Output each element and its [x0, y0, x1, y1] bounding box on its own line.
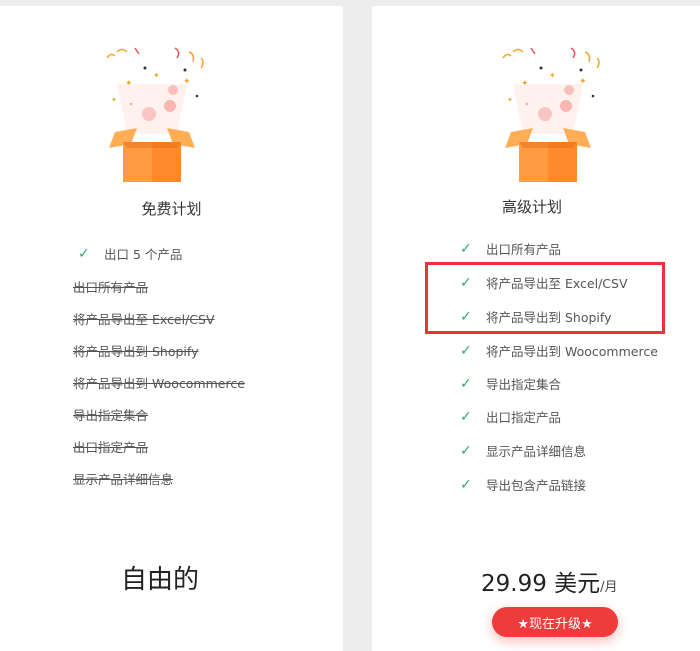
- pro-feature-item: ✓ 显示产品详细信息: [460, 441, 586, 460]
- free-excluded-label: 显示产品详细信息: [73, 472, 174, 487]
- free-excluded-label: 将产品导出至 Excel/CSV: [73, 312, 215, 327]
- check-icon: ✓: [460, 442, 472, 459]
- free-excluded-item: 显示产品详细信息: [73, 469, 173, 488]
- free-excluded-label: 将产品导出到 Shopify: [73, 344, 199, 359]
- svg-text:✦: ✦: [111, 96, 117, 104]
- pro-plan-price: 29.99 美元/月: [481, 564, 618, 598]
- gift-box-icon: ✦ ✦ ✦ ✦: [502, 47, 600, 182]
- pro-feature-label: 导出包含产品链接: [486, 478, 587, 493]
- gift-box-icon: ✦ ✦ ✦ ✦: [106, 47, 204, 182]
- svg-text:✦: ✦: [507, 96, 513, 104]
- pro-price-amount: 29.99 美元: [481, 571, 601, 597]
- free-excluded-item: 出口指定产品: [73, 437, 148, 456]
- check-icon: ✓: [460, 375, 472, 392]
- pro-feature-item: ✓ 出口所有产品: [460, 239, 561, 258]
- svg-text:✦: ✦: [549, 71, 556, 80]
- free-feature-item: ✓ 出口 5 个产品: [78, 244, 182, 263]
- pro-feature-item: ✓ 导出包含产品链接: [460, 475, 586, 494]
- free-excluded-item: 出口所有产品: [73, 277, 148, 296]
- pro-feature-item: ✓ 出口指定产品: [460, 407, 561, 426]
- pro-feature-label: 显示产品详细信息: [486, 444, 587, 459]
- check-icon: ✓: [460, 342, 472, 359]
- highlight-annotation-box: [425, 262, 665, 334]
- free-excluded-label: 将产品导出到 Woocommerce: [73, 376, 245, 391]
- svg-text:✦: ✦: [153, 71, 160, 80]
- free-plan-price: 自由的: [120, 565, 199, 595]
- pro-feature-label: 将产品导出到 Woocommerce: [486, 344, 658, 359]
- pro-price-unit: /月: [600, 580, 618, 595]
- free-excluded-item: 将产品导出至 Excel/CSV: [73, 309, 215, 328]
- free-excluded-label: 出口指定产品: [73, 440, 149, 455]
- check-icon: ✓: [78, 245, 90, 262]
- check-icon: ✓: [460, 408, 472, 425]
- free-plan-title: 免费计划: [141, 200, 202, 218]
- free-excluded-label: 出口所有产品: [73, 280, 149, 295]
- free-excluded-label: 导出指定集合: [73, 408, 149, 423]
- free-excluded-item: 将产品导出到 Shopify: [73, 341, 198, 360]
- pro-feature-label: 出口指定产品: [486, 410, 562, 425]
- check-icon: ✓: [460, 240, 472, 257]
- free-excluded-item: 将产品导出到 Woocommerce: [73, 373, 245, 392]
- pro-plan-title: 高级计划: [501, 198, 562, 216]
- free-feature-label: 出口 5 个产品: [104, 247, 183, 262]
- check-icon: ✓: [460, 476, 472, 493]
- free-plan-card: ✦ ✦ ✦ ✦ 免费计划 ✓ 出口 5 个产品 出口所有产品 将产品导出至 Ex…: [0, 6, 343, 651]
- pro-feature-label: 导出指定集合: [486, 377, 562, 392]
- pro-feature-label: 出口所有产品: [486, 242, 562, 257]
- free-excluded-item: 导出指定集合: [73, 405, 148, 424]
- pro-feature-item: ✓ 导出指定集合: [460, 374, 561, 393]
- pro-feature-item: ✓ 将产品导出到 Woocommerce: [460, 341, 658, 360]
- upgrade-now-button[interactable]: ★现在升级★: [492, 607, 618, 637]
